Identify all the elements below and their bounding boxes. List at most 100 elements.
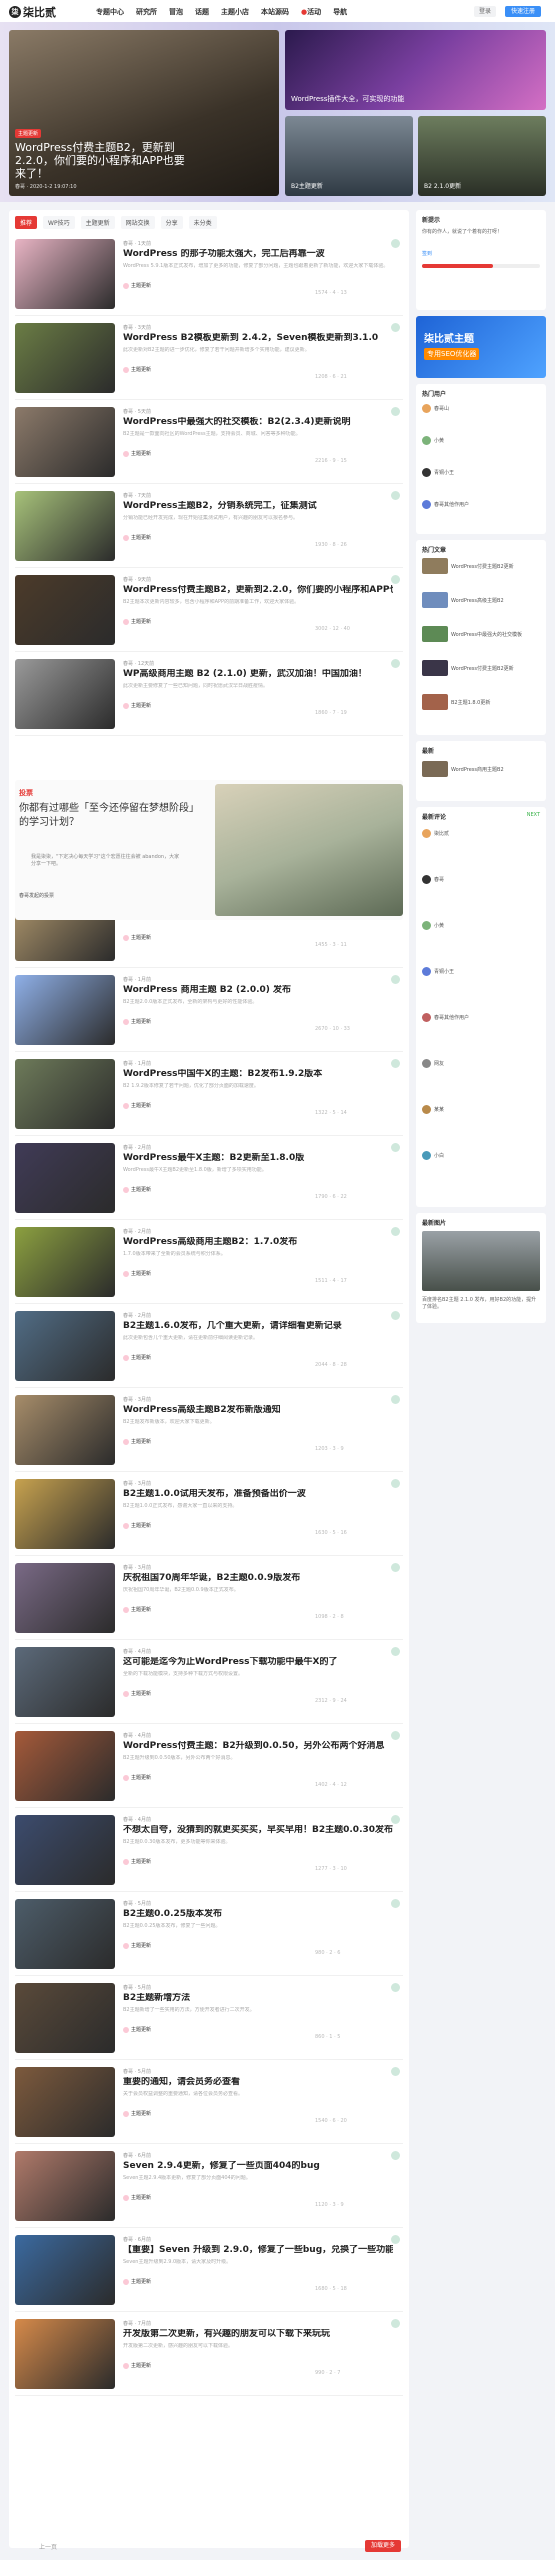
post-thumbnail[interactable] xyxy=(15,575,115,645)
post-thumbnail[interactable] xyxy=(15,1395,115,1465)
post-thumbnail[interactable] xyxy=(15,1311,115,1381)
post-thumbnail[interactable] xyxy=(15,2067,115,2137)
post-category[interactable]: 主题更新 xyxy=(123,1270,151,1277)
post-item[interactable]: 春哥 · 6月前 Seven 2.9.4更新，修复了一些页面404的bug Se… xyxy=(15,2144,403,2228)
favorite-icon[interactable] xyxy=(391,1143,400,1152)
post-item[interactable]: 春哥 · 2月前 WordPress最牛X主题：B2更新至1.8.0版 Word… xyxy=(15,1136,403,1220)
post-thumbnail[interactable] xyxy=(15,491,115,561)
post-title[interactable]: B2主题0.0.25版本发布 xyxy=(123,1909,393,1920)
post-category[interactable]: 主题更新 xyxy=(123,702,151,709)
favorite-icon[interactable] xyxy=(391,407,400,416)
post-category[interactable]: 主题更新 xyxy=(123,1606,151,1613)
post-item[interactable]: 春哥 · 9天前 WordPress付费主题B2，更新到2.2.0，你们要的小程… xyxy=(15,568,403,652)
gallery-image[interactable] xyxy=(422,1231,540,1291)
nav-item[interactable]: 研究所 xyxy=(136,7,157,17)
ad-widget[interactable]: 柒比贰主题 专用SEO优化器 xyxy=(416,316,546,378)
post-thumbnail[interactable] xyxy=(15,2235,115,2305)
user-row[interactable]: 小黄 xyxy=(422,436,540,445)
post-thumbnail[interactable] xyxy=(15,1227,115,1297)
favorite-icon[interactable] xyxy=(391,2151,400,2160)
post-item[interactable]: 春哥 · 2月前 B2主题1.6.0发布，几个重大更新，请详细看更新记录 此次更… xyxy=(15,1304,403,1388)
tab-recommend[interactable]: 推荐 xyxy=(15,216,38,229)
post-title[interactable]: B2主题新增方法 xyxy=(123,1993,393,2004)
post-category[interactable]: 主题更新 xyxy=(123,1354,151,1361)
favorite-icon[interactable] xyxy=(391,1227,400,1236)
post-item[interactable]: 春哥 · 5月前 重要的通知，请会员务必查看 关于会员权益调整的重要通知，请各位… xyxy=(15,2060,403,2144)
favorite-icon[interactable] xyxy=(391,1311,400,1320)
hero-slide[interactable]: B2主题更新 xyxy=(285,116,413,196)
favorite-icon[interactable] xyxy=(391,1815,400,1824)
post-item[interactable]: 春哥 · 3月前 B2主题1.0.0试用天发布，准备预备出价一波 B2主题1.0… xyxy=(15,1472,403,1556)
nav-item[interactable]: 话题 xyxy=(195,7,209,17)
post-item[interactable]: 春哥 · 7天前 WordPress主题B2，分销系统完工，征集测试 分销功能已… xyxy=(15,484,403,568)
load-more-button[interactable]: 加载更多 xyxy=(365,2540,401,2552)
post-title[interactable]: 重要的通知，请会员务必查看 xyxy=(123,2077,393,2088)
hot-post-row[interactable]: WordPress高级主题B2 xyxy=(422,592,540,608)
post-title[interactable]: 开发版第二次更新，有兴趣的朋友可以下载下来玩玩 xyxy=(123,2329,393,2340)
favorite-icon[interactable] xyxy=(391,2319,400,2328)
post-title[interactable]: 【重要】Seven 升级到 2.9.0，修复了一些bug，兑换了一些功能，请大家… xyxy=(123,2245,393,2256)
favorite-icon[interactable] xyxy=(391,1983,400,1992)
post-category[interactable]: 主题更新 xyxy=(123,2362,151,2369)
post-category[interactable]: 主题更新 xyxy=(123,534,151,541)
nav-item[interactable]: 冒泡 xyxy=(169,7,183,17)
favorite-icon[interactable] xyxy=(391,1731,400,1740)
sign-in-button[interactable]: 签到 xyxy=(422,250,432,257)
more-link[interactable]: NEXT xyxy=(527,812,540,818)
post-category[interactable]: 主题更新 xyxy=(123,282,151,289)
post-thumbnail[interactable] xyxy=(15,2151,115,2221)
post-item[interactable]: 春哥 · 4月前 不想太自夸，没猜到的就更买买买，早买早用！B2主题0.0.30… xyxy=(15,1808,403,1892)
post-item[interactable]: 春哥 · 6月前 【重要】Seven 升级到 2.9.0，修复了一些bug，兑换… xyxy=(15,2228,403,2312)
post-category[interactable]: 主题更新 xyxy=(123,366,151,373)
post-title[interactable]: 不想太自夸，没猜到的就更买买买，早买早用！B2主题0.0.30发布 xyxy=(123,1825,393,1836)
user-row[interactable]: 青铜小王 xyxy=(422,468,540,477)
post-item[interactable]: 春哥 · 4月前 WordPress付费主题：B2升级到0.0.50，另外公布两… xyxy=(15,1724,403,1808)
post-category[interactable]: 主题更新 xyxy=(123,2194,151,2201)
post-item[interactable]: 春哥 · 4月前 这可能是迄今为止WordPress下载功能中最牛X的了 全新的… xyxy=(15,1640,403,1724)
post-title[interactable]: WordPress付费主题：B2升级到0.0.50，另外公布两个好消息 xyxy=(123,1741,393,1752)
post-thumbnail[interactable] xyxy=(15,1059,115,1129)
post-thumbnail[interactable] xyxy=(15,323,115,393)
tab-link-exchange[interactable]: 网站交换 xyxy=(120,216,155,229)
post-title[interactable]: WordPress高级主题B2发布新版通知 xyxy=(123,1405,393,1416)
post-item[interactable]: 春哥 · 12天前 WP高级商用主题 B2 (2.1.0) 更新，武汉加油！中国… xyxy=(15,652,403,736)
favorite-icon[interactable] xyxy=(391,2235,400,2244)
post-title[interactable]: WordPress中国牛X的主题：B2发布1.9.2版本 xyxy=(123,1069,393,1080)
post-item[interactable]: 春哥 · 5月前 B2主题0.0.25版本发布 B2主题0.0.25版本发布，修… xyxy=(15,1892,403,1976)
login-button[interactable]: 登录 xyxy=(474,6,496,17)
post-title[interactable]: 庆祝祖国70周年华诞，B2主题0.0.9版发布 xyxy=(123,1573,393,1584)
favorite-icon[interactable] xyxy=(391,323,400,332)
post-item[interactable]: 春哥 · 7月前 开发版第二次更新，有兴趣的朋友可以下载下来玩玩 开发版第二次更… xyxy=(15,2312,403,2396)
comment-row[interactable]: 某某 xyxy=(422,1105,540,1114)
post-title[interactable]: WordPress最牛X主题：B2更新至1.8.0版 xyxy=(123,1153,393,1164)
post-category[interactable]: 主题更新 xyxy=(123,1522,151,1529)
favorite-icon[interactable] xyxy=(391,975,400,984)
vote-promo-card[interactable]: 投票 你都有过哪些「至今还停留在梦想阶段」的学习计划？ 我是柒柒，"下定决心每天… xyxy=(15,780,403,920)
post-category[interactable]: 主题更新 xyxy=(123,934,151,941)
post-thumbnail[interactable] xyxy=(15,1143,115,1213)
hero-slide-main[interactable]: 主题更新 WordPress付费主题B2，更新到2.2.0，你们要的小程序和AP… xyxy=(9,30,279,196)
post-category[interactable]: 主题更新 xyxy=(123,1858,151,1865)
favorite-icon[interactable] xyxy=(391,1479,400,1488)
hero-slide[interactable]: B2 2.1.0更新 xyxy=(418,116,546,196)
nav-item[interactable]: 导航 xyxy=(333,7,347,17)
post-thumbnail[interactable] xyxy=(15,975,115,1045)
post-title[interactable]: WordPress 商用主题 B2 (2.0.0) 发布 xyxy=(123,985,393,996)
nav-item[interactable]: 本站源码 xyxy=(261,7,289,17)
tab-wp-tips[interactable]: WP技巧 xyxy=(43,216,75,229)
tab-share[interactable]: 分享 xyxy=(160,216,183,229)
post-thumbnail[interactable] xyxy=(15,1563,115,1633)
post-thumbnail[interactable] xyxy=(15,407,115,477)
favorite-icon[interactable] xyxy=(391,575,400,584)
nav-item[interactable]: 专题中心 xyxy=(96,7,124,17)
favorite-icon[interactable] xyxy=(391,1563,400,1572)
favorite-icon[interactable] xyxy=(391,1647,400,1656)
post-item[interactable]: 春哥 · 3月前 庆祝祖国70周年华诞，B2主题0.0.9版发布 庆祝祖国70周… xyxy=(15,1556,403,1640)
post-thumbnail[interactable] xyxy=(15,1731,115,1801)
hot-post-row[interactable]: B2主题1.8.0更新 xyxy=(422,694,540,710)
post-category[interactable]: 主题更新 xyxy=(123,2278,151,2285)
site-logo[interactable]: 柒柒比贰 xyxy=(9,4,56,20)
post-thumbnail[interactable] xyxy=(15,1479,115,1549)
recent-row[interactable]: WordPress商用主题B2 xyxy=(422,761,540,777)
comment-row[interactable]: 青铜小王 xyxy=(422,967,540,976)
